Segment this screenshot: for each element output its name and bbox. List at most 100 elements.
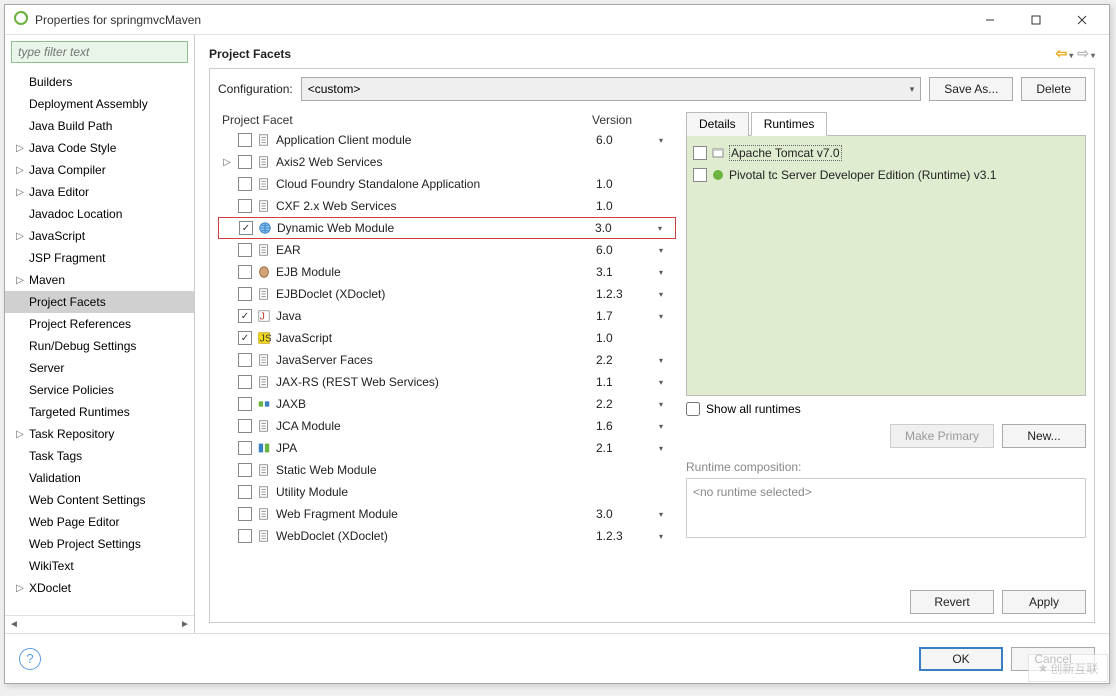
facet-checkbox[interactable] bbox=[239, 221, 253, 235]
facet-checkbox[interactable] bbox=[238, 485, 252, 499]
facet-row[interactable]: Web Fragment Module3.0▾ bbox=[218, 503, 676, 525]
runtime-checkbox[interactable] bbox=[693, 146, 707, 160]
apply-button[interactable]: Apply bbox=[1002, 590, 1086, 614]
sidebar-item[interactable]: WikiText bbox=[5, 555, 194, 577]
facet-row[interactable]: Cloud Foundry Standalone Application1.0 bbox=[218, 173, 676, 195]
facet-row[interactable]: WebDoclet (XDoclet)1.2.3▾ bbox=[218, 525, 676, 547]
sidebar-item[interactable]: Project References bbox=[5, 313, 194, 335]
facet-checkbox[interactable] bbox=[238, 441, 252, 455]
category-tree[interactable]: BuildersDeployment AssemblyJava Build Pa… bbox=[5, 69, 194, 615]
facet-row[interactable]: JPA2.1▾ bbox=[218, 437, 676, 459]
facet-checkbox[interactable] bbox=[238, 397, 252, 411]
facet-row[interactable]: Application Client module6.0▾ bbox=[218, 129, 676, 151]
facet-checkbox[interactable] bbox=[238, 177, 252, 191]
sidebar-item[interactable]: JSP Fragment bbox=[5, 247, 194, 269]
tree-expander-icon[interactable]: ▷ bbox=[13, 275, 27, 286]
minimize-button[interactable] bbox=[967, 5, 1013, 35]
tree-expander-icon[interactable]: ▷ bbox=[13, 583, 27, 594]
tree-expander-icon[interactable]: ▷ bbox=[13, 429, 27, 440]
runtime-item[interactable]: Apache Tomcat v7.0 bbox=[693, 142, 1079, 164]
facet-checkbox[interactable] bbox=[238, 353, 252, 367]
facets-list[interactable]: Application Client module6.0▾▷Axis2 Web … bbox=[218, 129, 676, 547]
facet-row[interactable]: EJBDoclet (XDoclet)1.2.3▾ bbox=[218, 283, 676, 305]
version-dropdown-icon[interactable]: ▾ bbox=[646, 444, 676, 453]
version-dropdown-icon[interactable]: ▾ bbox=[646, 532, 676, 541]
nav-back-button[interactable]: ⇦▾ bbox=[1056, 45, 1074, 62]
maximize-button[interactable] bbox=[1013, 5, 1059, 35]
version-dropdown-icon[interactable]: ▾ bbox=[646, 422, 676, 431]
sidebar-item[interactable]: Server bbox=[5, 357, 194, 379]
facet-row[interactable]: JCA Module1.6▾ bbox=[218, 415, 676, 437]
facet-checkbox[interactable] bbox=[238, 507, 252, 521]
facet-row[interactable]: JAX-RS (REST Web Services)1.1▾ bbox=[218, 371, 676, 393]
version-dropdown-icon[interactable]: ▾ bbox=[646, 268, 676, 277]
facet-checkbox[interactable] bbox=[238, 309, 252, 323]
sidebar-item[interactable]: Deployment Assembly bbox=[5, 93, 194, 115]
facet-row[interactable]: CXF 2.x Web Services1.0 bbox=[218, 195, 676, 217]
sidebar-item[interactable]: Web Content Settings bbox=[5, 489, 194, 511]
tree-expander-icon[interactable]: ▷ bbox=[13, 165, 27, 176]
facet-row[interactable]: Static Web Module bbox=[218, 459, 676, 481]
sidebar-item[interactable]: ▷Java Editor bbox=[5, 181, 194, 203]
tab-details[interactable]: Details bbox=[686, 112, 749, 136]
facet-row[interactable]: JAXB2.2▾ bbox=[218, 393, 676, 415]
facet-checkbox[interactable] bbox=[238, 375, 252, 389]
sidebar-item[interactable]: Web Page Editor bbox=[5, 511, 194, 533]
tree-expander-icon[interactable]: ▷ bbox=[13, 187, 27, 198]
sidebar-item[interactable]: Validation bbox=[5, 467, 194, 489]
facet-checkbox[interactable] bbox=[238, 155, 252, 169]
version-dropdown-icon[interactable]: ▾ bbox=[645, 224, 675, 233]
sidebar-item[interactable]: Task Tags bbox=[5, 445, 194, 467]
tree-expander-icon[interactable]: ▷ bbox=[13, 231, 27, 242]
version-dropdown-icon[interactable]: ▾ bbox=[646, 290, 676, 299]
facet-row[interactable]: Dynamic Web Module3.0▾ bbox=[218, 217, 676, 239]
facet-row[interactable]: EJB Module3.1▾ bbox=[218, 261, 676, 283]
sidebar-item[interactable]: Service Policies bbox=[5, 379, 194, 401]
version-dropdown-icon[interactable]: ▾ bbox=[646, 378, 676, 387]
version-dropdown-icon[interactable]: ▾ bbox=[646, 400, 676, 409]
runtimes-list[interactable]: Apache Tomcat v7.0Pivotal tc Server Deve… bbox=[686, 136, 1086, 396]
version-dropdown-icon[interactable]: ▾ bbox=[646, 246, 676, 255]
version-dropdown-icon[interactable]: ▾ bbox=[646, 136, 676, 145]
sidebar-item[interactable]: ▷Java Code Style bbox=[5, 137, 194, 159]
sidebar-item[interactable]: Run/Debug Settings bbox=[5, 335, 194, 357]
filter-input[interactable] bbox=[11, 41, 188, 63]
version-dropdown-icon[interactable]: ▾ bbox=[646, 356, 676, 365]
ok-button[interactable]: OK bbox=[919, 647, 1003, 671]
facet-checkbox[interactable] bbox=[238, 331, 252, 345]
version-dropdown-icon[interactable]: ▾ bbox=[646, 312, 676, 321]
revert-button[interactable]: Revert bbox=[910, 590, 994, 614]
sidebar-item[interactable]: ▷XDoclet bbox=[5, 577, 194, 599]
sidebar-item[interactable]: ▷Task Repository bbox=[5, 423, 194, 445]
facet-checkbox[interactable] bbox=[238, 463, 252, 477]
runtime-item[interactable]: Pivotal tc Server Developer Edition (Run… bbox=[693, 164, 1079, 186]
facet-row[interactable]: Utility Module bbox=[218, 481, 676, 503]
facet-checkbox[interactable] bbox=[238, 529, 252, 543]
sidebar-item[interactable]: ▷Maven bbox=[5, 269, 194, 291]
version-dropdown-icon[interactable]: ▾ bbox=[646, 510, 676, 519]
facet-checkbox[interactable] bbox=[238, 419, 252, 433]
help-icon[interactable]: ? bbox=[19, 648, 41, 670]
facet-row[interactable]: ▷Axis2 Web Services bbox=[218, 151, 676, 173]
sidebar-item[interactable]: Targeted Runtimes bbox=[5, 401, 194, 423]
facet-checkbox[interactable] bbox=[238, 265, 252, 279]
nav-forward-button[interactable]: ⇨▾ bbox=[1077, 45, 1095, 62]
facet-row[interactable]: JSJavaScript1.0 bbox=[218, 327, 676, 349]
sidebar-scrollbar[interactable]: ◄ ► bbox=[5, 615, 194, 633]
close-button[interactable] bbox=[1059, 5, 1105, 35]
sidebar-item[interactable]: Web Project Settings bbox=[5, 533, 194, 555]
facet-checkbox[interactable] bbox=[238, 287, 252, 301]
delete-button[interactable]: Delete bbox=[1021, 77, 1086, 101]
facet-checkbox[interactable] bbox=[238, 243, 252, 257]
configuration-select[interactable]: <custom> ▾ bbox=[301, 77, 922, 101]
facet-checkbox[interactable] bbox=[238, 199, 252, 213]
facet-row[interactable]: JJava1.7▾ bbox=[218, 305, 676, 327]
show-all-runtimes-checkbox[interactable] bbox=[686, 402, 700, 416]
sidebar-item[interactable]: Javadoc Location bbox=[5, 203, 194, 225]
new-runtime-button[interactable]: New... bbox=[1002, 424, 1086, 448]
facet-row[interactable]: EAR6.0▾ bbox=[218, 239, 676, 261]
facet-checkbox[interactable] bbox=[238, 133, 252, 147]
sidebar-item[interactable]: ▷JavaScript bbox=[5, 225, 194, 247]
facet-row[interactable]: JavaServer Faces2.2▾ bbox=[218, 349, 676, 371]
scroll-left-icon[interactable]: ◄ bbox=[5, 619, 23, 630]
